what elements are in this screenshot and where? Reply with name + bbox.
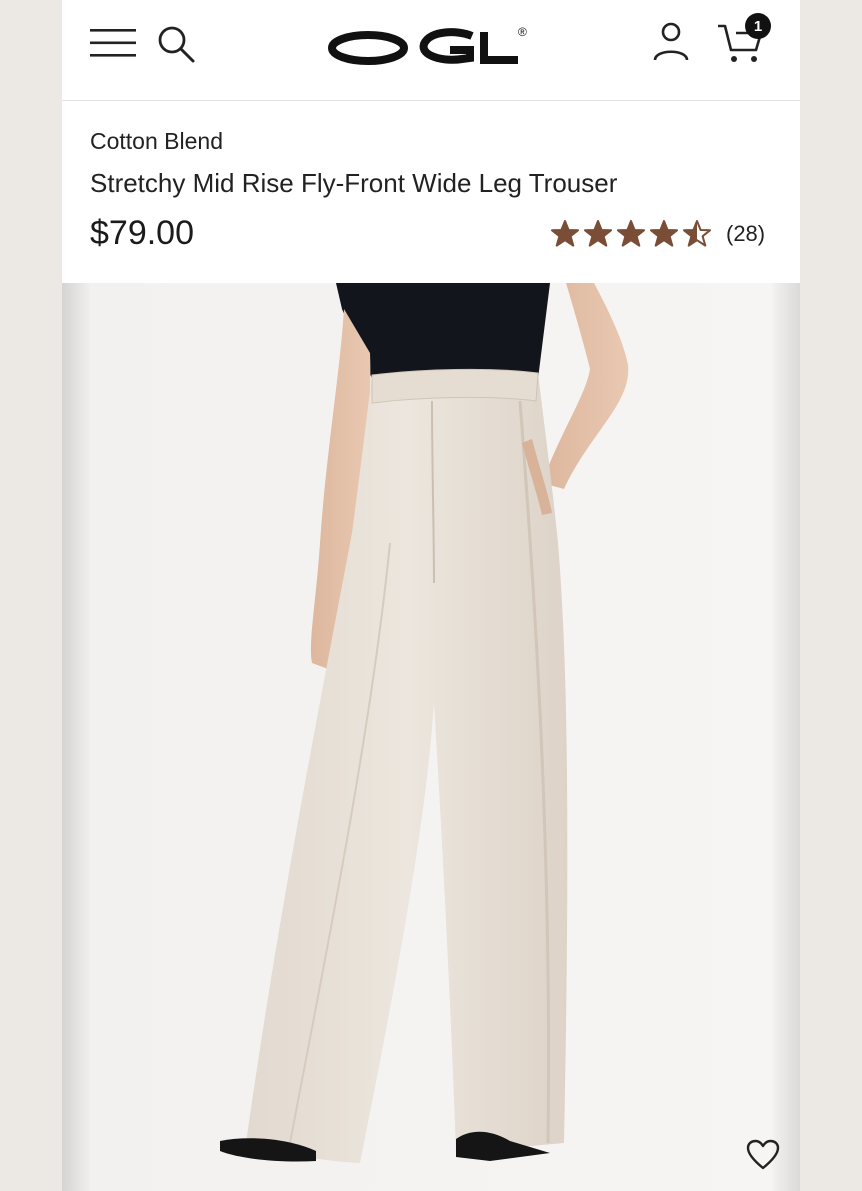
star-full-icon — [551, 220, 579, 247]
previous-image-edge — [62, 283, 90, 1191]
review-count: (28) — [726, 221, 766, 246]
registered-mark: ® — [518, 25, 527, 39]
product-page: ® 1 Cotton Blend Stretchy Mid Rise Fly-F… — [62, 0, 800, 1191]
product-price: $79.00 — [90, 214, 194, 252]
brand-logo[interactable]: ® — [328, 22, 538, 72]
product-title: Stretchy Mid Rise Fly-Front Wide Leg Tro… — [90, 168, 618, 198]
page-background-left — [0, 0, 62, 1191]
product-category: Cotton Blend — [90, 128, 223, 154]
brand-logo-mark: ® — [328, 25, 527, 65]
product-info: Cotton Blend Stretchy Mid Rise Fly-Front… — [62, 101, 800, 283]
search-icon[interactable] — [156, 24, 196, 64]
cart-count-badge: 1 — [745, 13, 771, 39]
menu-icon[interactable] — [90, 28, 136, 58]
heart-icon[interactable] — [746, 1139, 780, 1171]
site-header: ® 1 — [62, 0, 800, 101]
star-full-icon — [650, 220, 678, 247]
product-rating[interactable]: (28) — [550, 219, 765, 249]
product-photo — [90, 283, 772, 1191]
product-image-gallery[interactable] — [62, 283, 800, 1191]
next-image-edge — [772, 283, 800, 1191]
page-background-right — [800, 0, 862, 1191]
rating-stars — [550, 219, 712, 249]
star-half-icon — [683, 220, 711, 247]
account-icon[interactable] — [652, 20, 690, 62]
star-full-icon — [584, 220, 612, 247]
star-full-icon — [617, 220, 645, 247]
